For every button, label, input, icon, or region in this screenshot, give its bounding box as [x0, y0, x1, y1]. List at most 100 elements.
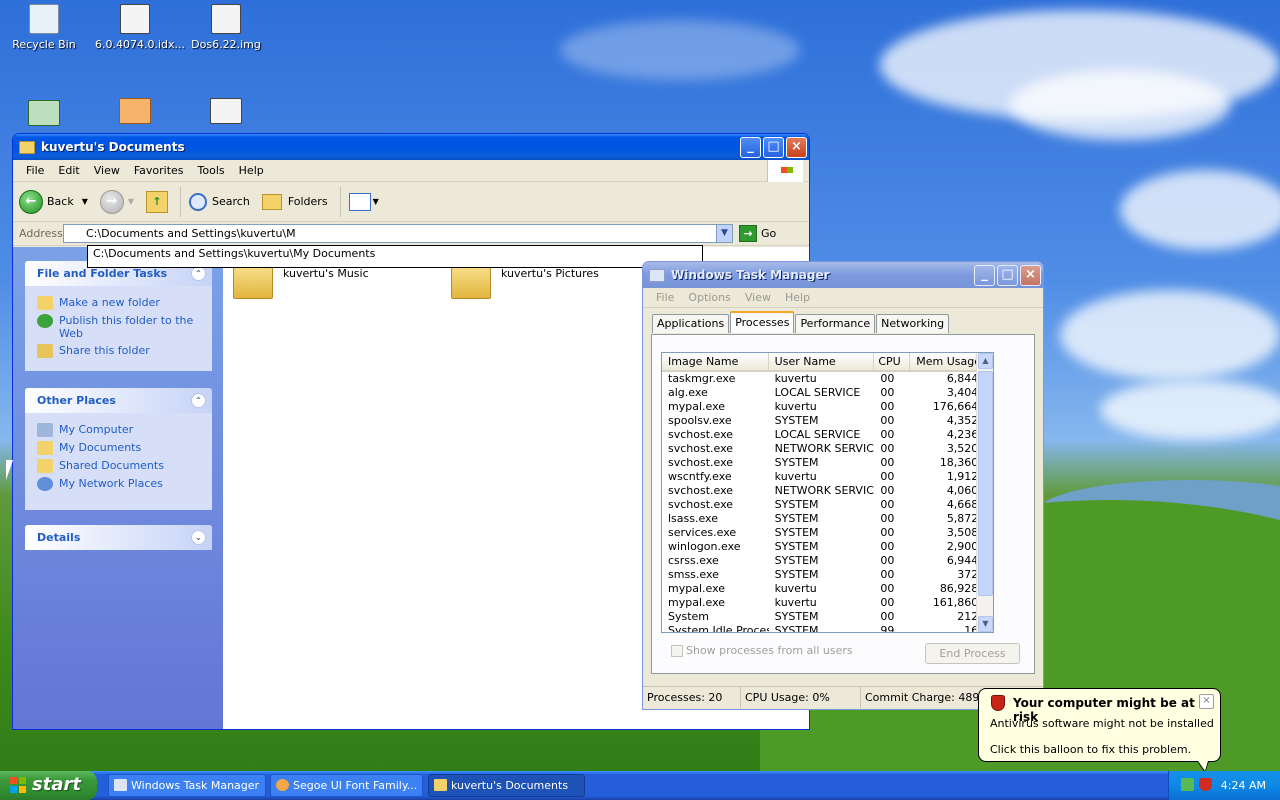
- task-publish-to-web[interactable]: Publish this folder to the Web: [37, 314, 202, 340]
- show-all-processes-checkbox[interactable]: Show processes from all users: [671, 644, 853, 657]
- up-folder-button[interactable]: ↑: [146, 190, 169, 213]
- process-row[interactable]: csrss.exe SYSTEM 00 6,944 K: [662, 554, 993, 568]
- close-button[interactable]: ×: [786, 136, 807, 158]
- task-manager-titlebar[interactable]: Windows Task Manager _ □ ×: [643, 262, 1043, 288]
- process-row[interactable]: services.exe SYSTEM 00 3,508 K: [662, 526, 993, 540]
- taskbar-app-explorer[interactable]: kuvertu's Documents: [428, 774, 585, 797]
- process-row[interactable]: alg.exe LOCAL SERVICE 00 3,404 K: [662, 386, 993, 400]
- process-row[interactable]: svchost.exe SYSTEM 00 4,668 K: [662, 498, 993, 512]
- address-input[interactable]: C:\Documents and Settings\kuvertu\M ▼: [63, 224, 733, 243]
- desktop-icon[interactable]: [4, 100, 84, 130]
- menu-help[interactable]: Help: [778, 291, 817, 304]
- balloon-close-button[interactable]: ×: [1199, 694, 1214, 709]
- panel-header[interactable]: Details ⌄: [25, 525, 212, 550]
- menu-favorites[interactable]: Favorites: [127, 164, 191, 177]
- folder-item-music[interactable]: kuvertu's Music: [233, 267, 369, 299]
- go-button[interactable]: → Go: [739, 225, 776, 242]
- menu-file[interactable]: File: [649, 291, 681, 304]
- chevron-up-icon[interactable]: ⌃: [191, 393, 206, 408]
- status-processes: Processes: 20: [643, 687, 741, 708]
- process-row[interactable]: lsass.exe SYSTEM 00 5,872 K: [662, 512, 993, 526]
- desktop-icon[interactable]: [186, 98, 266, 128]
- folder-label: kuvertu's Music: [283, 266, 369, 280]
- desktop-icon-idx-file[interactable]: 6.0.4074.0.idx...: [95, 4, 185, 51]
- process-row[interactable]: System Idle ProcessSYSTEM9916 K: [662, 624, 993, 632]
- taskbar-app-task-manager[interactable]: Windows Task Manager: [108, 774, 266, 797]
- task-label: Make a new folder: [59, 296, 160, 309]
- place-my-computer[interactable]: My Computer: [37, 423, 202, 437]
- scroll-thumb[interactable]: [978, 371, 993, 596]
- back-label: Back: [47, 195, 74, 208]
- tab-processes[interactable]: Processes: [730, 311, 795, 333]
- scroll-down-button[interactable]: ▼: [978, 616, 993, 632]
- process-row[interactable]: taskmgr.exe kuvertu 00 6,844 K: [662, 372, 993, 386]
- process-row[interactable]: svchost.exe NETWORK SERVICE 00 3,520 K: [662, 442, 993, 456]
- process-row[interactable]: mypal.exe kuvertu 00 161,860 K: [662, 596, 993, 610]
- chevron-down-icon[interactable]: ⌄: [191, 530, 206, 545]
- process-row[interactable]: wscntfy.exe kuvertu 00 1,912 K: [662, 470, 993, 484]
- tab-networking[interactable]: Networking: [876, 314, 950, 333]
- security-center-tray-icon[interactable]: [1199, 778, 1212, 791]
- process-cpu: 00: [880, 568, 895, 581]
- start-button[interactable]: start: [0, 771, 97, 800]
- process-row[interactable]: smss.exe SYSTEM 00 372 K: [662, 568, 993, 582]
- process-row[interactable]: mypal.exe kuvertu 00 86,928 K: [662, 582, 993, 596]
- close-button[interactable]: ×: [1020, 264, 1041, 286]
- process-row[interactable]: winlogon.exe SYSTEM 00 2,900 K: [662, 540, 993, 554]
- menu-view[interactable]: View: [87, 164, 127, 177]
- menu-options[interactable]: Options: [681, 291, 737, 304]
- task-share-folder[interactable]: Share this folder: [37, 344, 202, 358]
- back-arrow-icon: ←: [19, 189, 43, 214]
- process-image-name: wscntfy.exe: [668, 470, 732, 483]
- forward-button[interactable]: → ▼: [99, 189, 134, 214]
- process-row[interactable]: System SYSTEM 00 212 K: [662, 610, 993, 624]
- tab-performance[interactable]: Performance: [795, 314, 876, 333]
- process-row[interactable]: mypal.exe kuvertu 00 176,664 K: [662, 400, 993, 414]
- menu-view[interactable]: View: [738, 291, 778, 304]
- process-row[interactable]: svchost.exe SYSTEM 00 18,360 K: [662, 456, 993, 470]
- process-row[interactable]: svchost.exe LOCAL SERVICE 00 4,236 K: [662, 428, 993, 442]
- address-autocomplete-item[interactable]: C:\Documents and Settings\kuvertu\My Doc…: [87, 245, 703, 268]
- menu-file[interactable]: File: [19, 164, 51, 177]
- minimize-button[interactable]: _: [974, 264, 995, 286]
- column-cpu[interactable]: CPU: [874, 353, 911, 370]
- security-balloon[interactable]: Your computer might be at risk × Antivir…: [978, 688, 1221, 773]
- cloud: [1060, 290, 1280, 380]
- maximize-button[interactable]: □: [997, 264, 1018, 286]
- menu-tools[interactable]: Tools: [191, 164, 232, 177]
- maximize-button[interactable]: □: [763, 136, 784, 158]
- minimize-button[interactable]: _: [740, 136, 761, 158]
- column-image-name[interactable]: Image Name: [662, 353, 769, 370]
- place-shared-documents[interactable]: Shared Documents: [37, 459, 202, 473]
- clock[interactable]: 4:24 AM: [1221, 779, 1266, 792]
- taskbar-app-segoe-font[interactable]: Segoe UI Font Family...: [270, 774, 423, 797]
- task-make-new-folder[interactable]: Make a new folder: [37, 296, 202, 310]
- desktop-icon-dos-img[interactable]: Dos6.22.img: [186, 4, 266, 51]
- process-list: Image Name User Name CPU Mem Usage taskm…: [661, 352, 994, 633]
- menu-edit[interactable]: Edit: [51, 164, 86, 177]
- place-my-documents[interactable]: My Documents: [37, 441, 202, 455]
- end-process-button[interactable]: End Process: [925, 643, 1020, 664]
- address-bar: Address C:\Documents and Settings\kuvert…: [13, 222, 809, 246]
- desktop-icon-recycle-bin[interactable]: Recycle Bin: [4, 4, 84, 51]
- process-row[interactable]: spoolsv.exe SYSTEM 00 4,352 K: [662, 414, 993, 428]
- desktop-icon[interactable]: [95, 98, 175, 128]
- scroll-up-button[interactable]: ▲: [978, 353, 993, 369]
- address-dropdown-button[interactable]: ▼: [716, 225, 732, 242]
- folder-item-pictures[interactable]: kuvertu's Pictures: [451, 267, 599, 299]
- chevron-up-icon[interactable]: ⌃: [191, 266, 206, 281]
- views-button[interactable]: ▼: [348, 192, 379, 211]
- search-button[interactable]: Search: [189, 192, 250, 211]
- network-tray-icon[interactable]: [1181, 778, 1194, 791]
- folders-button[interactable]: Folders: [261, 193, 328, 210]
- address-label: Address: [19, 227, 63, 240]
- menu-help[interactable]: Help: [232, 164, 271, 177]
- process-row[interactable]: svchost.exe NETWORK SERVICE 00 4,060 K: [662, 484, 993, 498]
- explorer-titlebar[interactable]: kuvertu's Documents _ □ ×: [13, 134, 809, 160]
- tab-applications[interactable]: Applications: [652, 314, 730, 333]
- process-list-scrollbar[interactable]: ▲ ▼: [976, 353, 993, 632]
- panel-header[interactable]: Other Places ⌃: [25, 388, 212, 413]
- back-button[interactable]: ← Back ▼: [19, 189, 88, 214]
- place-my-network[interactable]: My Network Places: [37, 477, 202, 491]
- column-user-name[interactable]: User Name: [769, 353, 875, 370]
